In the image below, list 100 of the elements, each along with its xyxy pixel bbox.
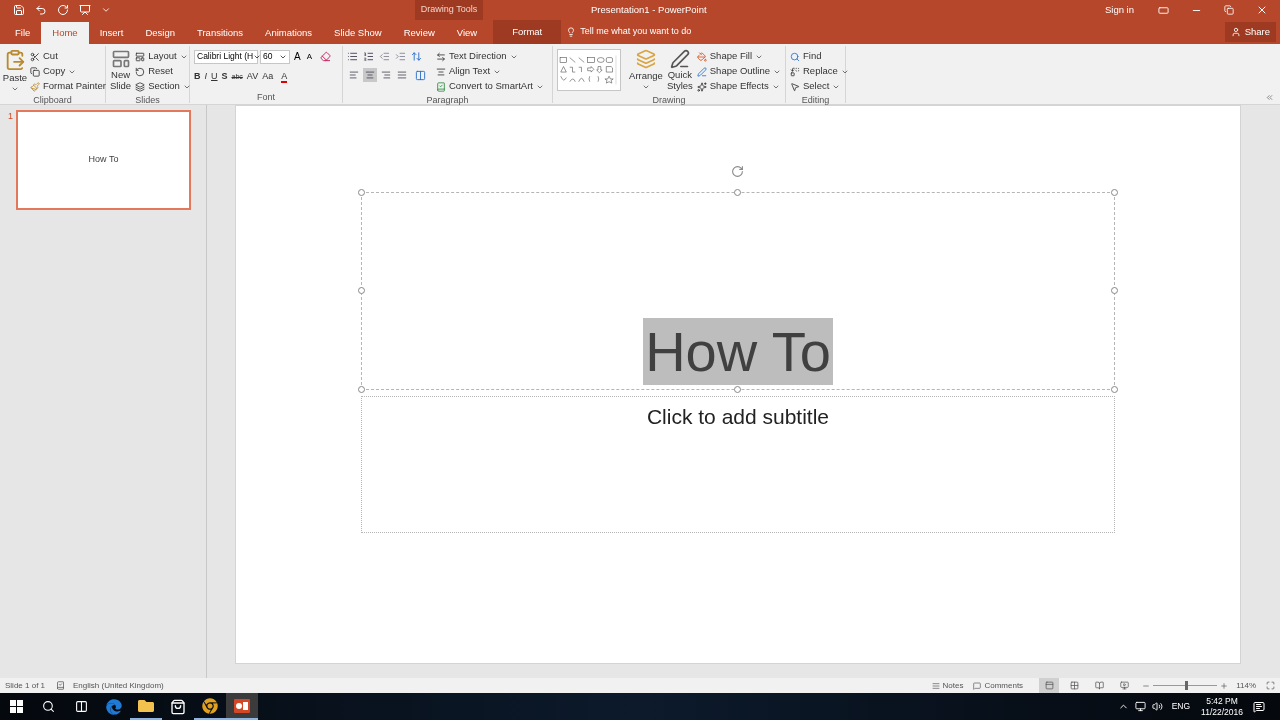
restore-icon[interactable]	[1224, 5, 1234, 15]
save-icon[interactable]	[13, 4, 25, 16]
notes-button[interactable]: Notes	[931, 679, 964, 692]
font-size-field[interactable]: 60	[260, 49, 290, 64]
volume-icon[interactable]	[1151, 701, 1163, 712]
clock[interactable]: 5:42 PM 11/22/2016	[1201, 695, 1243, 718]
format-button[interactable]: S	[221, 70, 228, 84]
ribbon-tab[interactable]: View	[445, 22, 489, 44]
smartart-button[interactable]: Convert to SmartArt	[436, 79, 544, 94]
format-button[interactable]: U	[211, 70, 218, 84]
normal-view-icon[interactable]	[1039, 678, 1060, 693]
alignment-button[interactable]	[347, 68, 361, 82]
format-button[interactable]: AV	[246, 70, 259, 84]
collapse-ribbon-icon[interactable]	[1265, 93, 1274, 102]
proofing-icon[interactable]	[56, 681, 66, 690]
slide-thumbnail[interactable]: How To	[16, 110, 191, 210]
replace-button[interactable]: Replace	[790, 64, 849, 79]
font-name-field[interactable]: Calibri Light (H	[194, 49, 258, 64]
replace-icon	[790, 66, 800, 77]
format-painter-button[interactable]: Format Painter	[30, 79, 106, 94]
shape-fill-button[interactable]: Shape Fill	[696, 49, 781, 64]
select-button[interactable]: Select	[790, 79, 849, 94]
presentation-icon[interactable]	[79, 4, 91, 16]
reset-button[interactable]: Reset	[135, 64, 191, 79]
format-button[interactable]: Aa	[262, 70, 274, 84]
ribbon-tab[interactable]: Format	[493, 20, 562, 44]
shape-effects-button[interactable]: Shape Effects	[696, 79, 781, 94]
ribbon-tab[interactable]: Slide Show	[323, 22, 393, 44]
resize-handle[interactable]	[734, 386, 741, 393]
ribbon-tab[interactable]: Animations	[254, 22, 324, 44]
section-button[interactable]: Section	[135, 79, 191, 94]
action-center-icon[interactable]	[1253, 700, 1265, 713]
bullets-icon[interactable]	[347, 51, 358, 62]
format-button[interactable]: I	[204, 70, 207, 84]
shrink-font-button[interactable]: A	[304, 50, 314, 63]
comments-button[interactable]: Comments	[973, 679, 1024, 692]
resize-handle[interactable]	[358, 287, 365, 294]
resize-handle[interactable]	[1111, 386, 1118, 393]
ribbon-display-icon[interactable]	[1158, 4, 1169, 16]
resize-handle[interactable]	[1111, 189, 1118, 196]
tell-me-field[interactable]: Tell me what you want to do	[580, 25, 741, 39]
window-title: Presentation1 - PowerPoint	[591, 2, 707, 17]
alignment-button[interactable]	[363, 68, 377, 82]
ribbon-tab[interactable]: Design	[134, 22, 186, 44]
zoom-percentage[interactable]: 114%	[1236, 679, 1256, 692]
increase-indent-icon[interactable]	[395, 51, 406, 62]
input-language[interactable]: ENG	[1171, 700, 1191, 713]
decrease-indent-icon[interactable]	[379, 51, 390, 62]
resize-handle[interactable]	[358, 189, 365, 196]
layout-button[interactable]: Layout	[135, 49, 191, 64]
clear-formatting-icon[interactable]	[320, 51, 331, 62]
effects-icon	[696, 81, 707, 92]
alignment-button[interactable]	[379, 68, 393, 82]
numbering-icon[interactable]	[363, 51, 374, 62]
format-button[interactable]: B	[194, 70, 201, 84]
line-spacing-icon[interactable]	[411, 51, 422, 62]
new-slide-button[interactable]: New Slide	[110, 49, 132, 91]
search-icon[interactable]	[42, 700, 55, 713]
ribbon-tab[interactable]: Review	[392, 22, 446, 44]
alignment-button[interactable]	[395, 68, 409, 82]
copy-icon	[30, 66, 40, 77]
shapes-gallery[interactable]	[557, 49, 622, 91]
zoom-slider[interactable]	[1153, 681, 1218, 690]
zoom-in-icon[interactable]	[1220, 681, 1229, 690]
arrange-button[interactable]: Arrange	[629, 49, 663, 92]
customize-icon[interactable]	[101, 5, 111, 15]
sign-in-link[interactable]: Sign in	[1104, 2, 1134, 18]
slide-title[interactable]: How To	[643, 318, 833, 385]
text-direction-button[interactable]: Text Direction	[436, 49, 544, 64]
font-color-button[interactable]: A	[281, 70, 288, 83]
subtitle-placeholder[interactable]: Click to add subtitle	[361, 396, 1115, 533]
windows-logo-icon[interactable]	[10, 700, 23, 713]
grow-font-button[interactable]: A	[292, 49, 303, 64]
undo-icon[interactable]	[35, 4, 47, 16]
taskbar-app[interactable]	[226, 693, 258, 720]
language-label[interactable]: English (United Kingdom)	[73, 679, 164, 692]
fit-to-window-icon[interactable]	[1266, 681, 1275, 690]
find-button[interactable]: Find	[790, 49, 849, 64]
align-text-button[interactable]: Align Text	[436, 64, 544, 79]
ribbon-tab[interactable]: Insert	[88, 22, 135, 44]
resize-handle[interactable]	[358, 386, 365, 393]
ribbon-tab[interactable]: File	[4, 22, 42, 44]
task-view-icon[interactable]	[75, 700, 88, 713]
ribbon-tab[interactable]: Transitions	[186, 22, 255, 44]
share-button[interactable]: Share	[1224, 22, 1276, 42]
ribbon-tab[interactable]: Home	[41, 22, 89, 44]
rotate-handle-icon[interactable]	[731, 165, 744, 178]
resize-handle[interactable]	[1111, 287, 1118, 294]
copy-button[interactable]: Copy	[30, 64, 106, 79]
shape-outline-button[interactable]: Shape Outline	[696, 64, 781, 79]
close-icon[interactable]	[1256, 4, 1268, 16]
network-icon[interactable]	[1134, 701, 1146, 712]
quick-styles-button[interactable]: Quick Styles	[666, 49, 693, 91]
columns-icon[interactable]	[415, 69, 426, 81]
cut-button[interactable]: Cut	[30, 49, 106, 64]
slide-counter: Slide 1 of 1	[5, 679, 46, 692]
resize-handle[interactable]	[734, 189, 741, 196]
paste-button[interactable]: Paste	[4, 49, 26, 94]
zoom-thumb[interactable]	[1185, 681, 1189, 690]
redo-icon[interactable]	[57, 4, 69, 16]
